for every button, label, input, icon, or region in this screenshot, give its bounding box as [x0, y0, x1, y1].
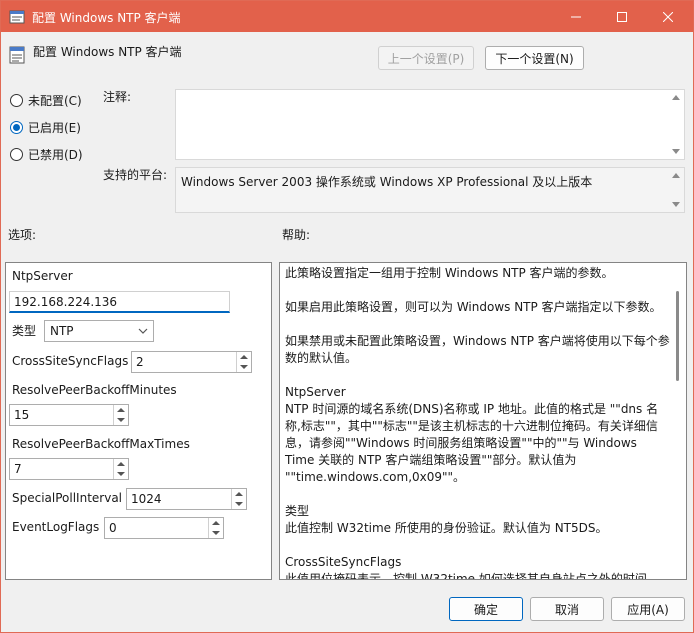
radio-indicator [10, 121, 23, 134]
special-poll-interval-label: SpecialPollInterval [12, 491, 123, 505]
spinner-value: 0 [109, 521, 117, 535]
window-title: 配置 Windows NTP 客户端 [32, 11, 181, 25]
close-icon [663, 11, 673, 22]
help-text: 此策略设置指定一组用于控制 Windows NTP 客户端的参数。 如果启用此策… [285, 265, 670, 580]
help-panel: 此策略设置指定一组用于控制 Windows NTP 客户端的参数。 如果启用此策… [279, 262, 687, 580]
help-paragraph: 如果禁用或未配置此策略设置，Windows NTP 客户端将使用以下每个参数的默… [285, 334, 670, 365]
spin-down-icon[interactable] [235, 502, 243, 506]
radio-label: 已禁用(D) [28, 148, 83, 162]
radio-disabled[interactable]: 已禁用(D) [10, 146, 83, 163]
radio-label: 未配置(C) [28, 94, 82, 108]
type-select-value: NTP [50, 324, 74, 338]
radio-enabled[interactable]: 已启用(E) [10, 119, 81, 136]
ntp-server-label: NtpServer [12, 269, 73, 283]
help-paragraph: 如果启用此策略设置，则可以为 Windows NTP 客户端指定以下参数。 [285, 300, 662, 314]
ok-button[interactable]: 确定 [449, 597, 523, 621]
help-paragraph: CrossSiteSyncFlags 此值用位掩码表示，控制 W32time 如… [285, 555, 647, 580]
spin-up-icon[interactable] [117, 408, 125, 412]
resolve-peer-backoff-minutes-spinner[interactable]: 15 [9, 404, 129, 426]
spin-up-icon[interactable] [240, 355, 248, 359]
supported-platform-text: Windows Server 2003 操作系统或 Windows XP Pro… [181, 175, 593, 189]
radio-not-configured[interactable]: 未配置(C) [10, 92, 82, 109]
help-section-label: 帮助: [282, 228, 311, 242]
event-log-flags-spinner[interactable]: 0 [104, 517, 224, 539]
help-scrollbar[interactable] [670, 263, 686, 579]
close-button[interactable] [645, 1, 691, 32]
spinner-buttons[interactable] [236, 352, 251, 372]
minimize-button[interactable] [553, 1, 599, 32]
spinner-value: 1024 [131, 492, 162, 506]
radio-label: 已启用(E) [28, 121, 81, 135]
radio-indicator [10, 94, 23, 107]
comment-scrollbar[interactable] [667, 90, 684, 159]
minimize-icon [571, 16, 581, 17]
spin-down-icon[interactable] [117, 472, 125, 476]
previous-setting-button[interactable]: 上一个设置(P) [378, 46, 474, 70]
special-poll-interval-spinner[interactable]: 1024 [126, 488, 247, 510]
ntp-server-input[interactable]: 192.168.224.136 [9, 291, 230, 313]
maximize-icon [617, 11, 627, 22]
help-paragraph: 类型 此值控制 W32time 所使用的身份验证。默认值为 NT5DS。 [285, 504, 608, 535]
spinner-value: 2 [136, 355, 144, 369]
spinner-value: 15 [14, 408, 30, 422]
scroll-down-icon[interactable] [672, 202, 680, 207]
scroll-down-icon[interactable] [672, 149, 680, 154]
help-paragraph: NtpServer NTP 时间源的域名系统(DNS)名称或 IP 地址。此值的… [285, 385, 659, 484]
scroll-up-icon[interactable] [672, 95, 680, 100]
help-paragraph: 此策略设置指定一组用于控制 Windows NTP 客户端的参数。 [285, 266, 614, 280]
scroll-thumb[interactable] [676, 291, 679, 381]
platform-scrollbar[interactable] [667, 168, 684, 212]
setting-title: 配置 Windows NTP 客户端 [33, 45, 182, 59]
comment-label: 注释: [103, 90, 132, 104]
cancel-button[interactable]: 取消 [530, 597, 604, 621]
maximize-button[interactable] [599, 1, 645, 32]
resolve-peer-backoff-minutes-label: ResolvePeerBackoffMinutes [12, 383, 177, 397]
spinner-buttons[interactable] [113, 405, 128, 425]
spinner-buttons[interactable] [231, 489, 246, 509]
spinner-buttons[interactable] [113, 459, 128, 479]
options-panel: NtpServer 192.168.224.136 类型 NTP CrossSi… [5, 262, 272, 580]
radio-indicator [10, 148, 23, 161]
spin-up-icon[interactable] [212, 521, 220, 525]
resolve-peer-backoff-max-times-label: ResolvePeerBackoffMaxTimes [12, 437, 190, 451]
dialog-window: 配置 Windows NTP 客户端 配置 Windows NTP 客户端 上一… [0, 0, 694, 633]
policy-setting-icon [9, 46, 25, 64]
scroll-up-icon[interactable] [672, 173, 680, 178]
spin-down-icon[interactable] [240, 365, 248, 369]
type-select[interactable]: NTP [44, 320, 154, 342]
chevron-down-icon [138, 325, 148, 339]
next-setting-button[interactable]: 下一个设置(N) [485, 46, 584, 70]
supported-platform-box: Windows Server 2003 操作系统或 Windows XP Pro… [175, 167, 685, 213]
spin-up-icon[interactable] [117, 462, 125, 466]
cross-site-sync-flags-spinner[interactable]: 2 [131, 351, 252, 373]
cross-site-sync-flags-label: CrossSiteSyncFlags [12, 354, 129, 368]
policy-app-icon [9, 9, 25, 25]
spin-down-icon[interactable] [212, 531, 220, 535]
comment-textarea[interactable] [175, 89, 685, 160]
type-label: 类型 [12, 324, 37, 338]
supported-platform-label: 支持的平台: [103, 168, 168, 182]
spin-down-icon[interactable] [117, 418, 125, 422]
title-bar[interactable]: 配置 Windows NTP 客户端 [1, 1, 693, 32]
spinner-buttons[interactable] [208, 518, 223, 538]
options-section-label: 选项: [8, 228, 37, 242]
apply-button[interactable]: 应用(A) [611, 597, 685, 621]
spinner-value: 7 [14, 462, 22, 476]
resolve-peer-backoff-max-times-spinner[interactable]: 7 [9, 458, 129, 480]
event-log-flags-label: EventLogFlags [12, 520, 100, 534]
spin-up-icon[interactable] [235, 492, 243, 496]
